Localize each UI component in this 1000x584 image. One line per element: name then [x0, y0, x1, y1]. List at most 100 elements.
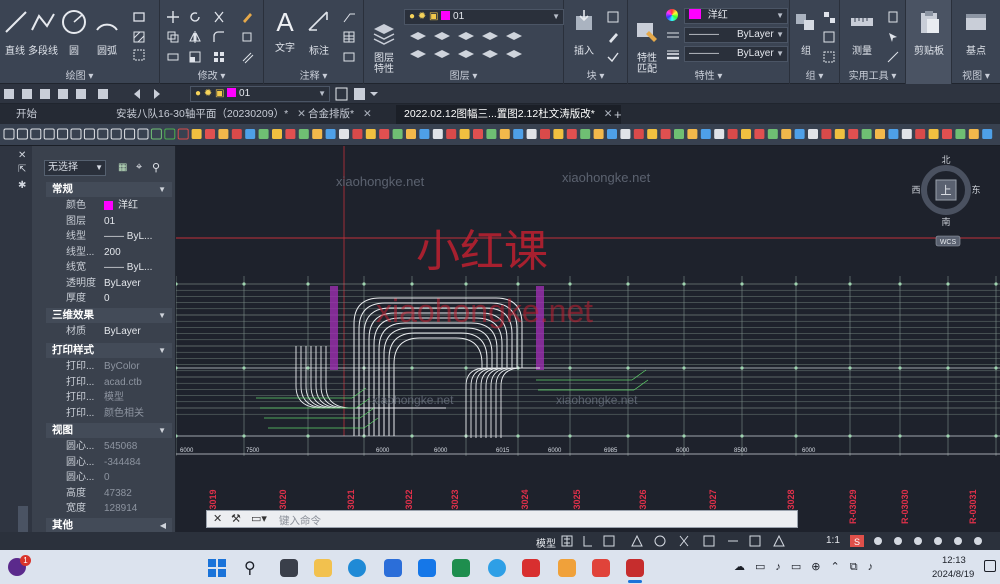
trim-icon[interactable] [212, 10, 226, 24]
property-value[interactable]: 模型 [104, 390, 172, 405]
property-row[interactable]: 厚度 0 [46, 291, 172, 306]
toolbar-tool-icon[interactable] [365, 129, 376, 139]
property-value[interactable]: -344484 [104, 455, 172, 470]
toolbar-tool-icon[interactable] [834, 129, 845, 139]
close-icon[interactable]: ✕ [213, 512, 222, 525]
tray-icons[interactable]: ☁▭♪▭⊕⌃⧉♪ [734, 560, 883, 574]
browser-icon[interactable] [488, 559, 506, 577]
insert-button[interactable]: 插入 [568, 8, 600, 57]
toolbar-tool-icon[interactable] [982, 129, 993, 139]
youdao-icon[interactable] [522, 559, 540, 577]
scale-icon[interactable] [188, 50, 202, 64]
base-point-button[interactable]: 基点 [958, 8, 994, 57]
color-dropdown[interactable]: 洋红 ▼ [684, 8, 788, 24]
id-point-icon[interactable] [886, 50, 900, 64]
toolbar-tool-icon[interactable] [647, 129, 658, 139]
toolbar-tool-icon[interactable] [781, 129, 792, 139]
draw-panel-title[interactable]: 绘图 ▾ [0, 67, 159, 82]
toolbar-tool-icon[interactable] [379, 129, 390, 139]
toolbar-tool-icon[interactable] [97, 128, 109, 140]
toolbar-tool-icon[interactable] [16, 128, 28, 140]
block-panel-title[interactable]: 块 ▾ [564, 67, 627, 82]
toolbar-tool-icon[interactable] [231, 129, 242, 139]
property-value[interactable]: 0 [104, 470, 172, 485]
measure-button[interactable]: 测量 [844, 8, 880, 57]
tab-drawing-1[interactable]: 安装八队16-30轴平面（20230209）* ✕ [108, 105, 314, 124]
arc-button[interactable]: 圆弧 [92, 8, 122, 57]
move-icon[interactable] [166, 10, 180, 24]
toolbar-tool-icon[interactable] [794, 129, 805, 139]
command-history-icon[interactable]: ▭▾ [251, 512, 267, 525]
gear-icon[interactable]: ✱ [18, 180, 26, 191]
quick-select-icon[interactable]: ⚲ [152, 161, 160, 174]
tab-start[interactable]: 开始 [8, 105, 45, 124]
stretch-icon[interactable] [166, 50, 180, 64]
toolbar-tool-icon[interactable] [821, 129, 832, 139]
properties-panel-title[interactable]: 特性 ▾ [628, 67, 789, 82]
command-line[interactable]: ✕ ⚒ ▭▾ 键入命令 [206, 510, 798, 528]
toolbar-tool-icon[interactable] [875, 129, 885, 139]
toolbar-tool-icon[interactable] [633, 129, 644, 139]
search-icon[interactable]: ⚲ [244, 558, 256, 578]
toolbar-tool-icon[interactable] [566, 129, 577, 139]
model-space-button[interactable]: 模型 [536, 535, 556, 550]
group-button[interactable]: 组 [792, 8, 820, 57]
ungroup-icon[interactable] [822, 10, 836, 24]
toolbar-tool-icon[interactable] [43, 128, 55, 140]
toolbar-tool-icon[interactable] [808, 129, 818, 139]
toolbar-tool-icon[interactable] [124, 128, 136, 140]
toolbar-tool-icon[interactable] [553, 129, 564, 139]
property-value[interactable]: 545068 [104, 439, 172, 454]
leader-icon[interactable] [342, 10, 356, 24]
layer-tools-icons[interactable] [408, 30, 528, 66]
toolbar-tool-icon[interactable] [968, 129, 979, 139]
toolbar-tool-icon[interactable] [298, 129, 309, 139]
property-row[interactable]: 线型... 200 [46, 245, 172, 260]
property-value[interactable]: ByLayer [104, 276, 172, 291]
group-panel-title[interactable]: 组 ▾ [790, 67, 839, 82]
toolbar-tool-icon[interactable] [352, 129, 363, 139]
status-right-icons[interactable]: S [848, 534, 998, 548]
toolbar-tool-icon[interactable] [218, 129, 229, 139]
toolbar-tool-icon[interactable] [473, 129, 483, 139]
section-view[interactable]: 视图 ▼ [46, 423, 172, 438]
property-row[interactable]: 高度 47382 [46, 486, 172, 501]
annotation-scale[interactable]: 1:1 [826, 535, 840, 546]
polyline-button[interactable]: 多段线 [28, 8, 58, 57]
toolbar-tool-icon[interactable] [700, 129, 711, 139]
toolbar-tool-icon[interactable] [660, 129, 671, 139]
property-row[interactable]: 材质 ByLayer [46, 324, 172, 339]
windows-start-icon[interactable] [208, 559, 226, 577]
toolbar-tool-icon[interactable] [406, 129, 416, 139]
attribute-icon[interactable] [606, 50, 620, 64]
cad-drawing[interactable]: 6000 7500 6000 6000 6015 6000 6985 6000 8500 6000… [176, 146, 1000, 532]
edge-icon[interactable] [348, 559, 366, 577]
layer-dropdown[interactable]: ● ✹ ▣ 01 ▼ [404, 9, 564, 25]
toolbar-tool-icon[interactable] [150, 128, 162, 140]
toolbar-tool-icon[interactable] [392, 129, 403, 139]
group-edit-icon[interactable] [822, 30, 836, 44]
group-select-icon[interactable] [822, 50, 836, 64]
toolbar-tool-icon[interactable] [955, 129, 966, 139]
qab-layer-dropdown[interactable]: ● ✹ ▣ 01 ▼ [190, 86, 330, 102]
toolbar-tool-icon[interactable] [580, 129, 591, 139]
copy-icon[interactable] [166, 30, 180, 44]
toolbar-tool-icon[interactable] [272, 129, 282, 139]
toolbar-tool-icon[interactable] [687, 129, 698, 139]
toolbar-tool-icon[interactable] [526, 129, 537, 139]
modify-panel-title[interactable]: 修改 ▾ [160, 67, 263, 82]
toolbar-tool-icon[interactable] [285, 129, 296, 139]
toolbar-tool-icon[interactable] [432, 129, 443, 139]
toolbar-tool-icon[interactable] [486, 129, 497, 139]
folder-icon[interactable] [314, 559, 332, 577]
property-value[interactable]: ByColor [104, 359, 172, 374]
property-row[interactable]: 打印... ByColor [46, 359, 172, 374]
toolbar-tool-icon[interactable] [593, 129, 604, 139]
property-row[interactable]: 圆心... 545068 [46, 439, 172, 454]
line-button[interactable]: 直线 [2, 8, 28, 57]
property-row[interactable]: 打印... acad.ctb [46, 375, 172, 390]
toolbar-tool-icon[interactable] [205, 129, 215, 139]
rotate-icon[interactable] [188, 10, 202, 24]
toolbar-tool-icon[interactable] [110, 128, 122, 140]
drawing-canvas[interactable]: 6000 7500 6000 6000 6015 6000 6985 6000 8500 6000… [176, 146, 1000, 532]
